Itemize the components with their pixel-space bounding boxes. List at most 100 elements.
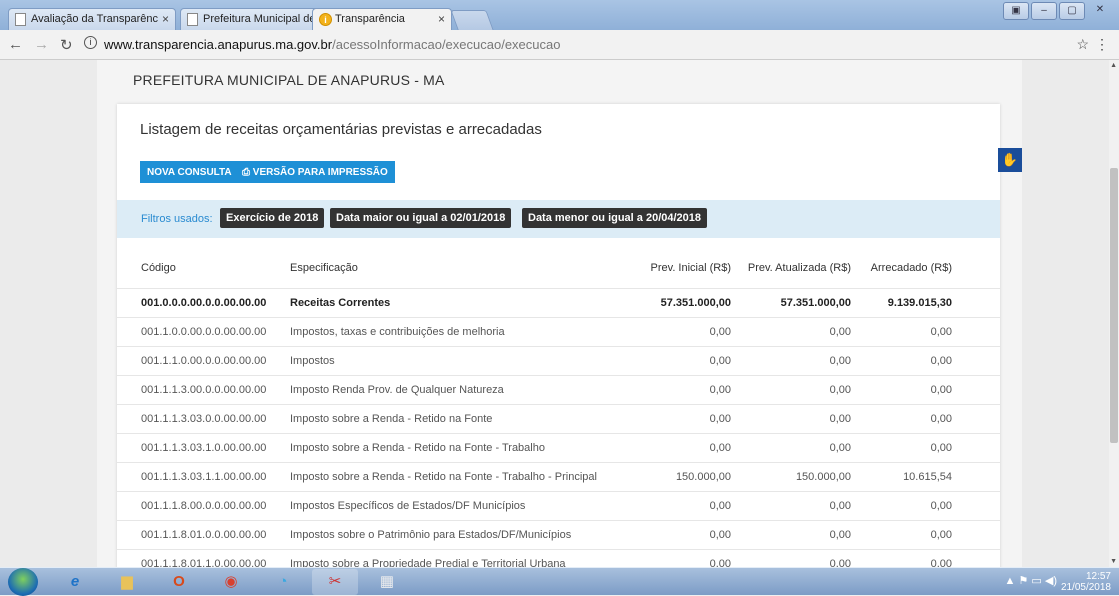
scroll-thumb[interactable] [1110,168,1118,443]
cell-especificacao: Imposto sobre a Renda - Retido na Fonte … [290,432,610,462]
cell-codigo: 001.1.1.8.01.1.0.00.00.00 [117,548,290,567]
print-icon: ⎙ [242,167,253,178]
header-prev-inicial: Prev. Inicial (R$) [650,261,731,274]
menu-icon[interactable]: ⋮ [1095,36,1109,53]
cell-prev-inicial: 57.351.000,00 [610,287,731,317]
close-window-button[interactable]: ✕ [1087,2,1113,20]
cell-prev-inicial: 0,00 [610,345,731,375]
cell-especificacao: Imposto sobre a Renda - Retido na Fonte [290,403,610,433]
table-header-row: Código Especificação Prev. Inicial (R$) … [117,248,1000,288]
cell-especificacao: Impostos [290,345,610,375]
close-icon[interactable]: × [162,12,169,26]
scroll-down-icon[interactable]: ▼ [1110,558,1117,565]
folder-icon[interactable]: ▆ [104,569,150,595]
start-button[interactable] [8,568,38,596]
table-row: 001.1.1.8.01.1.0.00.00.00 Imposto sobre a… [117,548,1000,567]
system-tray: ▲ ⚑ ▭ ◀) [1005,574,1057,587]
windows-taskbar: e ▆ O ◉ ◔ ✂ ▦ ▲ ⚑ ▭ ◀) 12:57 21/05/2018 [0,567,1119,596]
cell-codigo: 001.1.1.3.03.1.1.00.00.00 [117,461,290,491]
cell-arrecadado: 0,00 [851,490,952,520]
volume-icon[interactable]: ◀) [1045,575,1057,587]
print-button-label: VERSÃO PARA IMPRESSÃO [252,167,388,178]
header-prev-atualizada: Prev. Atualizada (R$) [747,261,851,274]
clock-time: 12:57 [1085,571,1111,582]
cell-codigo: 001.1.1.3.03.0.0.00.00.00 [117,403,290,433]
filter-chip-data-fim: Data menor ou igual a 20/04/2018 [522,208,708,228]
header-codigo: Código [141,261,176,274]
reload-icon[interactable]: ↻ [60,36,73,54]
tab-transparencia[interactable]: i Transparência × [312,8,452,30]
cell-padding [952,403,1000,433]
cell-prev-inicial: 0,00 [610,374,731,404]
calculator-icon[interactable]: ▦ [364,569,410,595]
flag-icon[interactable]: ⚑ [1019,575,1032,587]
cell-codigo: 001.1.0.0.00.0.0.00.00.00 [117,316,290,346]
tab-prefeitura[interactable]: Prefeitura Municipal de A × [180,8,330,30]
maximize-button[interactable]: ▢ [1059,2,1085,20]
snipping-tool-icon[interactable]: ✂ [312,569,358,595]
cell-arrecadado: 0,00 [851,548,952,567]
table-body: 001.0.0.0.00.0.0.00.00.00 Receitas Corren… [117,287,1000,567]
forward-arrow-icon[interactable]: → [34,36,49,53]
cell-padding [952,316,1000,346]
chrome-icon[interactable]: ◉ [208,569,254,595]
tab-avaliacao[interactable]: Avaliação da Transparênc × [8,8,176,30]
cell-arrecadado: 0,00 [851,432,952,462]
table-row: 001.0.0.0.00.0.0.00.00.00 Receitas Corren… [117,287,1000,317]
cell-arrecadado: 0,00 [851,345,952,375]
filter-chip-data-inicio: Data maior ou igual a 02/01/2018 [330,208,512,228]
card-title: Listagem de receitas orçamentárias previ… [140,121,542,138]
close-icon[interactable]: × [438,12,445,26]
media-icon[interactable]: ◔ [260,569,306,595]
network-icon[interactable]: ▭ [1031,575,1044,587]
clock[interactable]: 12:57 21/05/2018 [1061,571,1111,593]
receitas-card: Listagem de receitas orçamentárias previ… [117,104,1000,567]
cell-especificacao: Imposto sobre a Renda - Retido na Fonte … [290,461,610,491]
cell-especificacao: Imposto Renda Prov. de Qualquer Natureza [290,374,610,404]
back-arrow-icon[interactable]: ← [8,36,23,53]
outlook-icon[interactable]: O [156,569,202,595]
tray-arrow-icon[interactable]: ▲ [1005,575,1019,587]
cell-prev-inicial: 150.000,00 [610,461,731,491]
cell-padding [952,287,1000,317]
new-tab-button[interactable] [450,10,494,30]
cell-padding [952,461,1000,491]
cell-prev-atualizada: 0,00 [731,345,851,375]
tab-label: Prefeitura Municipal de A [203,13,326,25]
user-icon[interactable]: ▣ [1003,2,1029,20]
cell-especificacao: Receitas Correntes [290,287,610,317]
info-icon: i [319,13,332,26]
cell-codigo: 001.1.1.3.03.1.0.00.00.00 [117,432,290,462]
minimize-button[interactable]: – [1031,2,1057,20]
table-row: 001.1.1.0.00.0.0.00.00.00 Impostos 0,00 0,0… [117,345,1000,375]
cell-codigo: 001.1.1.3.00.0.0.00.00.00 [117,374,290,404]
cell-padding [952,432,1000,462]
cell-prev-atualizada: 0,00 [731,374,851,404]
vertical-scrollbar[interactable]: ▲ ▼ [1109,60,1119,567]
table-row: 001.1.1.8.01.0.0.00.00.00 Impostos sobre … [117,519,1000,549]
url-host: www.transparencia.anapurus.ma.gov.br [104,37,333,52]
cell-prev-atualizada: 0,00 [731,403,851,433]
table-row: 001.1.0.0.00.0.0.00.00.00 Impostos, taxas… [117,316,1000,346]
table-row: 001.1.1.3.03.1.0.00.00.00 Imposto sobre a… [117,432,1000,462]
cell-prev-atualizada: 57.351.000,00 [731,287,851,317]
cell-prev-atualizada: 0,00 [731,316,851,346]
tab-label: Avaliação da Transparênc [31,13,158,25]
print-version-button[interactable]: ⎙ VERSÃO PARA IMPRESSÃO [235,161,395,183]
sign-language-accessibility-icon[interactable]: ✋ [998,148,1022,172]
filters-label: Filtros usados: [141,213,213,225]
url-input[interactable]: www.transparencia.anapurus.ma.gov.br/ace… [82,34,1092,55]
scroll-up-icon[interactable]: ▲ [1110,62,1117,69]
bookmark-star-icon[interactable]: ☆ [1076,36,1089,53]
header-arrecadado: Arrecadado (R$) [870,261,952,274]
receitas-table: Código Especificação Prev. Inicial (R$) … [117,248,1000,567]
cell-arrecadado: 0,00 [851,519,952,549]
cell-codigo: 001.1.1.8.01.0.0.00.00.00 [117,519,290,549]
cell-prev-inicial: 0,00 [610,432,731,462]
clock-date: 21/05/2018 [1060,582,1111,593]
internet-explorer-icon[interactable]: e [52,569,98,595]
cell-prev-inicial: 0,00 [610,519,731,549]
cell-padding [952,519,1000,549]
nova-consulta-button[interactable]: NOVA CONSULTA [140,161,239,183]
cell-padding [952,374,1000,404]
